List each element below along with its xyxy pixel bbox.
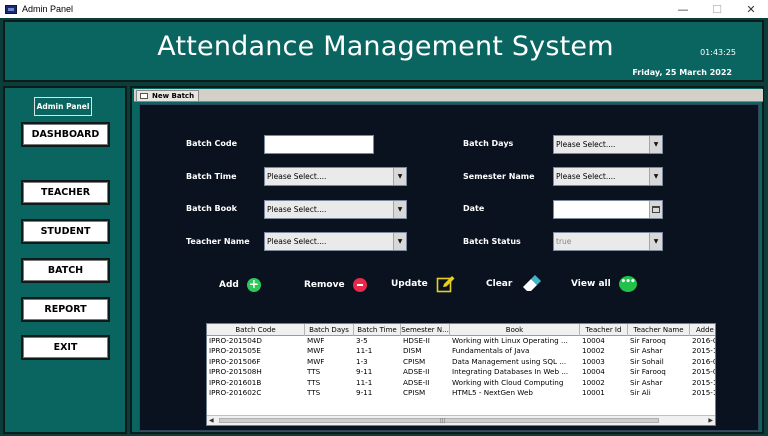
tab-label: New Batch: [152, 92, 195, 100]
current-date: Friday, 25 March 2022: [632, 68, 732, 77]
scroll-right-icon[interactable]: ▶: [708, 417, 713, 424]
date-input[interactable]: [553, 200, 663, 219]
title-bar: Admin Panel — ☐ ✕: [0, 0, 768, 18]
report-button[interactable]: REPORT: [21, 297, 110, 322]
new-batch-panel: Batch Code Batch Time Please Select.... …: [139, 104, 759, 431]
chevron-down-icon: ▼: [393, 168, 406, 185]
column-header[interactable]: Batch Code: [207, 324, 305, 336]
grip-icon: |||: [440, 418, 446, 424]
table-header: Batch Code Batch Days Batch Time Semeste…: [207, 324, 715, 336]
window-controls: — ☐ ✕: [666, 0, 768, 18]
tab-new-batch[interactable]: New Batch: [136, 90, 200, 101]
calendar-button[interactable]: [649, 201, 662, 218]
column-header[interactable]: Teacher Name: [628, 324, 690, 336]
date-label: Date: [463, 204, 485, 213]
header-banner: Attendance Management System 01:43:25 Fr…: [3, 20, 764, 82]
view-all-button[interactable]: View all •••: [571, 276, 637, 292]
dashboard-button[interactable]: DASHBOARD: [21, 122, 110, 147]
sidebar: Admin Panel DASHBOARD TEACHER STUDENT BA…: [3, 86, 127, 434]
calendar-icon: [652, 206, 660, 213]
batch-table: Batch Code Batch Days Batch Time Semeste…: [206, 323, 716, 426]
update-button[interactable]: Update: [391, 275, 456, 293]
teacher-name-select[interactable]: Please Select.... ▼: [264, 232, 407, 251]
column-header[interactable]: Batch Time: [354, 324, 401, 336]
update-label: Update: [391, 279, 428, 289]
batch-time-select[interactable]: Please Select.... ▼: [264, 167, 407, 186]
batch-code-label: Batch Code: [186, 139, 238, 148]
clear-label: Clear: [486, 279, 513, 289]
batch-code-input[interactable]: [264, 135, 374, 154]
remove-label: Remove: [304, 280, 345, 290]
edit-icon: [436, 276, 455, 293]
close-button[interactable]: ✕: [734, 0, 768, 18]
teacher-name-label: Teacher Name: [186, 237, 250, 246]
batch-book-select[interactable]: Please Select.... ▼: [264, 200, 407, 219]
semester-name-select[interactable]: Please Select.... ▼: [553, 167, 663, 186]
minus-circle-icon: [352, 278, 367, 292]
batch-status-select[interactable]: true ▼: [553, 232, 663, 251]
table-row[interactable]: IPRO-201601B TTS 11-1 ADSE-II Working wi…: [207, 378, 715, 388]
batch-days-select[interactable]: Please Select.... ▼: [553, 135, 663, 154]
column-header[interactable]: Batch Days: [305, 324, 354, 336]
eraser-icon: [523, 275, 542, 291]
more-dots-icon: •••: [618, 276, 637, 292]
add-label: Add: [219, 280, 239, 290]
table-row[interactable]: IPRO-201506F MWF 1-3 CPISM Data Manageme…: [207, 357, 715, 367]
column-header[interactable]: Semester N...: [401, 324, 450, 336]
frame-icon: [140, 93, 148, 99]
page-title: Attendance Management System: [157, 31, 614, 62]
exit-button[interactable]: EXIT: [21, 335, 110, 360]
app-icon: [5, 4, 17, 14]
semester-name-label: Semester Name: [463, 172, 535, 181]
main-content: New Batch Batch Code Batch Time Please S…: [130, 86, 764, 434]
chevron-down-icon: ▼: [649, 233, 662, 250]
view-all-label: View all: [571, 279, 611, 289]
student-button[interactable]: STUDENT: [21, 219, 110, 244]
remove-button[interactable]: Remove: [304, 278, 367, 292]
sidebar-admin-label: Admin Panel: [34, 97, 92, 116]
batch-days-label: Batch Days: [463, 139, 514, 148]
teacher-button[interactable]: TEACHER: [21, 180, 110, 205]
chevron-down-icon: ▼: [393, 201, 406, 218]
batch-button[interactable]: BATCH: [21, 258, 110, 283]
batch-time-label: Batch Time: [186, 172, 237, 181]
scroll-left-icon[interactable]: ◀: [209, 417, 214, 424]
column-header[interactable]: Adde: [690, 324, 715, 336]
chevron-down-icon: ▼: [649, 168, 662, 185]
maximize-button[interactable]: ☐: [700, 0, 734, 18]
column-header[interactable]: Book: [450, 324, 580, 336]
table-row[interactable]: IPRO-201505E MWF 11-1 DISM Fundamentals …: [207, 346, 715, 356]
minimize-button[interactable]: —: [666, 0, 700, 18]
table-body: IPRO-201504D MWF 3-5 HDSE-II Working wit…: [207, 336, 715, 398]
horizontal-scrollbar[interactable]: ◀ ||| ▶: [207, 415, 715, 425]
table-row[interactable]: IPRO-201602C TTS 9-11 CPISM HTML5 - Next…: [207, 388, 715, 398]
plus-circle-icon: +: [246, 277, 261, 292]
add-button[interactable]: Add +: [219, 278, 261, 292]
chevron-down-icon: ▼: [393, 233, 406, 250]
table-row[interactable]: IPRO-201504D MWF 3-5 HDSE-II Working wit…: [207, 336, 715, 346]
window-title: Admin Panel: [22, 4, 74, 14]
chevron-down-icon: ▼: [649, 136, 662, 153]
scrollbar-thumb[interactable]: |||: [219, 418, 659, 424]
batch-status-label: Batch Status: [463, 237, 521, 246]
column-header[interactable]: Teacher Id: [580, 324, 628, 336]
app-window: Admin Panel — ☐ ✕ Attendance Management …: [0, 0, 768, 436]
clear-button[interactable]: Clear: [486, 274, 542, 294]
internal-frame-titlebar: New Batch: [134, 89, 763, 102]
batch-book-label: Batch Book: [186, 204, 237, 213]
table-row[interactable]: IPRO-201508H TTS 9-11 ADSE-II Integratin…: [207, 367, 715, 377]
clock-time: 01:43:25: [700, 48, 736, 57]
